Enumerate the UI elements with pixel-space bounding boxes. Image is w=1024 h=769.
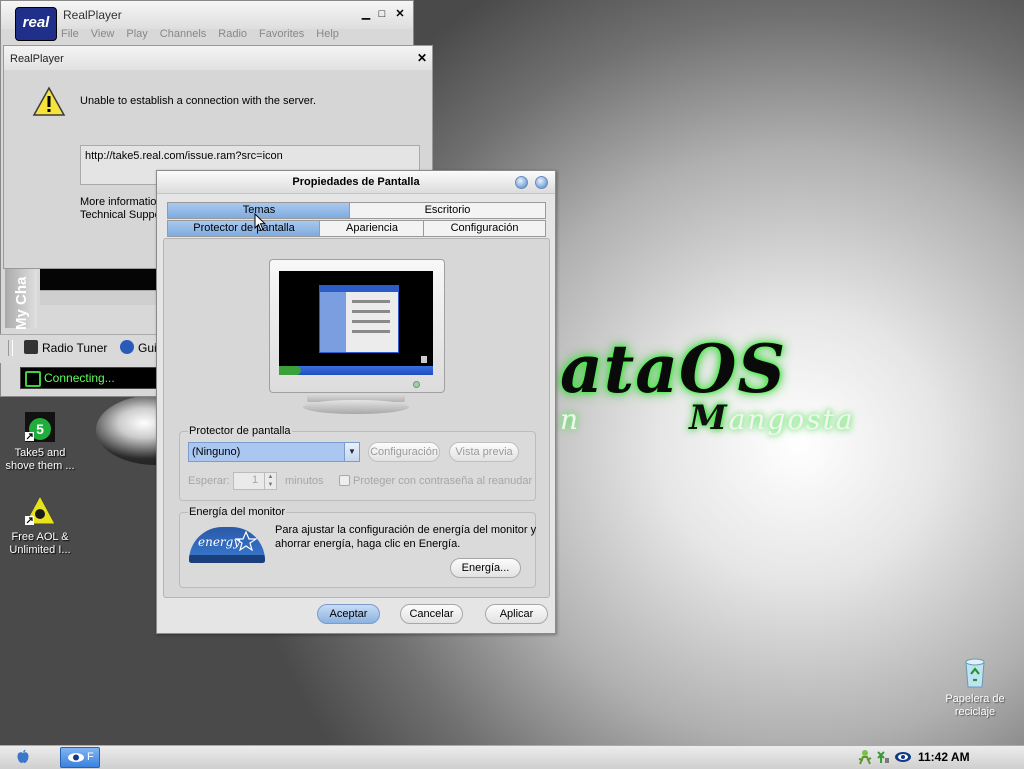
password-label: Proteger con contraseña al reanudar [353, 475, 533, 487]
take5-icon: 5 [23, 410, 57, 444]
desktop-icon-label: Papelera de reciclaje [945, 693, 1005, 718]
os-logo-subtitle-rest: angosta [728, 403, 855, 436]
minutes-label: minutos [285, 475, 324, 487]
tab-escritorio[interactable]: Escritorio [349, 202, 546, 219]
wait-label: Esperar: [188, 475, 230, 487]
menu-file[interactable]: File [61, 28, 79, 40]
monitor-power-led [413, 381, 420, 388]
real-logo-icon: real [15, 7, 57, 41]
guide-button[interactable]: Gui [120, 340, 157, 355]
preview-window-thumbnail [319, 285, 399, 353]
my-channels-tab[interactable]: My Cha [5, 268, 37, 330]
close-button[interactable]: ✕ [417, 51, 427, 65]
mouse-cursor-icon [254, 212, 267, 235]
os-logo-subtitle: n Mangosta [560, 398, 855, 438]
warning-icon [32, 86, 66, 121]
maximize-button[interactable]: □ [375, 7, 389, 21]
energy-logo-text: energy [198, 535, 241, 549]
tab-apariencia[interactable]: Apariencia [319, 220, 425, 237]
taskbar-button[interactable]: F [60, 747, 100, 768]
error-url-text: http://take5.real.com/issue.ram?src=icon [85, 150, 283, 162]
screensaver-selected-value: (Ninguno) [192, 446, 241, 458]
menu-favorites[interactable]: Favorites [259, 28, 304, 40]
stepper-arrows-icon[interactable]: ▲ ▼ [264, 473, 276, 489]
monitor-stand-base [303, 400, 409, 414]
menu-play[interactable]: Play [126, 28, 147, 40]
network-tray-icon [877, 751, 889, 763]
menu-view[interactable]: View [91, 28, 115, 40]
radio-tuner-label: Radio Tuner [42, 341, 108, 355]
guide-label: Gui [138, 341, 157, 355]
preview-recycle-icon [421, 356, 427, 363]
connection-status-text: Connecting... [44, 371, 115, 385]
realplayer-menubar: File View Play Channels Radio Favorites … [61, 28, 339, 40]
more-info-text: More information Technical Suppo [80, 196, 163, 221]
realplayer-title: RealPlayer [63, 8, 122, 22]
realplayer-video-area [40, 268, 158, 290]
display-properties-dialog: Propiedades de Pantalla Temas Escritorio… [156, 170, 556, 634]
my-channels-label: My Cha [13, 276, 30, 330]
chevron-down-icon[interactable]: ▼ [344, 443, 359, 461]
display-properties-titlebar[interactable]: Propiedades de Pantalla [157, 171, 555, 194]
tray-icons [858, 749, 914, 768]
preview-button[interactable]: Vista previa [449, 442, 519, 462]
svg-text:5: 5 [36, 421, 44, 437]
screensaver-select[interactable]: (Ninguno) ▼ [188, 442, 360, 462]
password-checkbox[interactable] [339, 475, 350, 486]
wait-value: 1 [252, 474, 259, 486]
preview-start-button [279, 366, 301, 375]
user-tray-icon [858, 750, 872, 765]
realplayer-scroll-strip[interactable] [40, 290, 158, 305]
connecting-icon [25, 371, 41, 387]
help-button[interactable] [515, 176, 528, 189]
error-message: Unable to establish a connection with th… [80, 95, 317, 107]
os-logo: ataOS [560, 330, 787, 408]
accept-button[interactable]: Aceptar [317, 604, 380, 624]
error-dialog-titlebar[interactable]: RealPlayer ✕ [4, 46, 432, 70]
menu-radio[interactable]: Radio [218, 28, 247, 40]
eye-icon [68, 753, 84, 762]
toolbar-grip [8, 340, 13, 356]
eye-tray-icon [895, 752, 911, 762]
preview-screen [279, 271, 433, 375]
desktop-icon-recycle-bin[interactable]: Papelera de reciclaje [935, 656, 1015, 719]
close-button[interactable] [535, 176, 548, 189]
os-logo-initial: M [689, 398, 729, 438]
aol-icon [23, 494, 57, 528]
desktop-icon-label: Take5 and shove them ... [5, 447, 75, 472]
dialog-title: Propiedades de Pantalla [292, 176, 420, 188]
energy-group-title: Energía del monitor [188, 506, 286, 518]
apply-button[interactable]: Aplicar [485, 604, 548, 624]
monitor-preview [269, 259, 445, 393]
desktop-icon-take5[interactable]: 5 Take5 and shove them ... [0, 410, 80, 473]
energy-description: Para ajustar la configuración de energía… [275, 524, 537, 550]
apple-menu-icon[interactable] [16, 749, 30, 767]
tab-configuracion[interactable]: Configuración [423, 220, 546, 237]
os-logo-left-letter: n [560, 403, 581, 436]
taskbar-clock[interactable]: 11:42 AM [918, 750, 970, 764]
tab-protector-de-pantalla[interactable]: Protector de pantalla [167, 220, 321, 237]
taskbar-button-label: F [87, 751, 94, 763]
menu-channels[interactable]: Channels [160, 28, 206, 40]
cancel-button[interactable]: Cancelar [400, 604, 463, 624]
wait-minutes-stepper[interactable]: 1 ▲ ▼ [233, 472, 277, 490]
desktop-icon-label: Free AOL & Unlimited I... [9, 531, 71, 556]
close-button[interactable]: ✕ [393, 7, 407, 21]
error-dialog-title: RealPlayer [10, 53, 64, 65]
radio-tuner-icon [24, 340, 38, 354]
preview-taskbar [279, 366, 433, 375]
configuration-button[interactable]: Configuración [368, 442, 440, 462]
guide-icon [120, 340, 134, 354]
star-icon [235, 531, 257, 551]
minimize-button[interactable]: ▁ [359, 7, 373, 21]
desktop-icon-free-aol[interactable]: Free AOL & Unlimited I... [0, 494, 80, 557]
menu-help[interactable]: Help [316, 28, 339, 40]
screensaver-group-title: Protector de pantalla [188, 425, 292, 437]
realplayer-titlebar[interactable]: real RealPlayer ▁ □ ✕ [1, 1, 413, 41]
radio-tuner-button[interactable]: Radio Tuner [24, 340, 107, 355]
recycle-bin-icon [958, 656, 992, 690]
energy-button[interactable]: Energía... [450, 558, 521, 578]
